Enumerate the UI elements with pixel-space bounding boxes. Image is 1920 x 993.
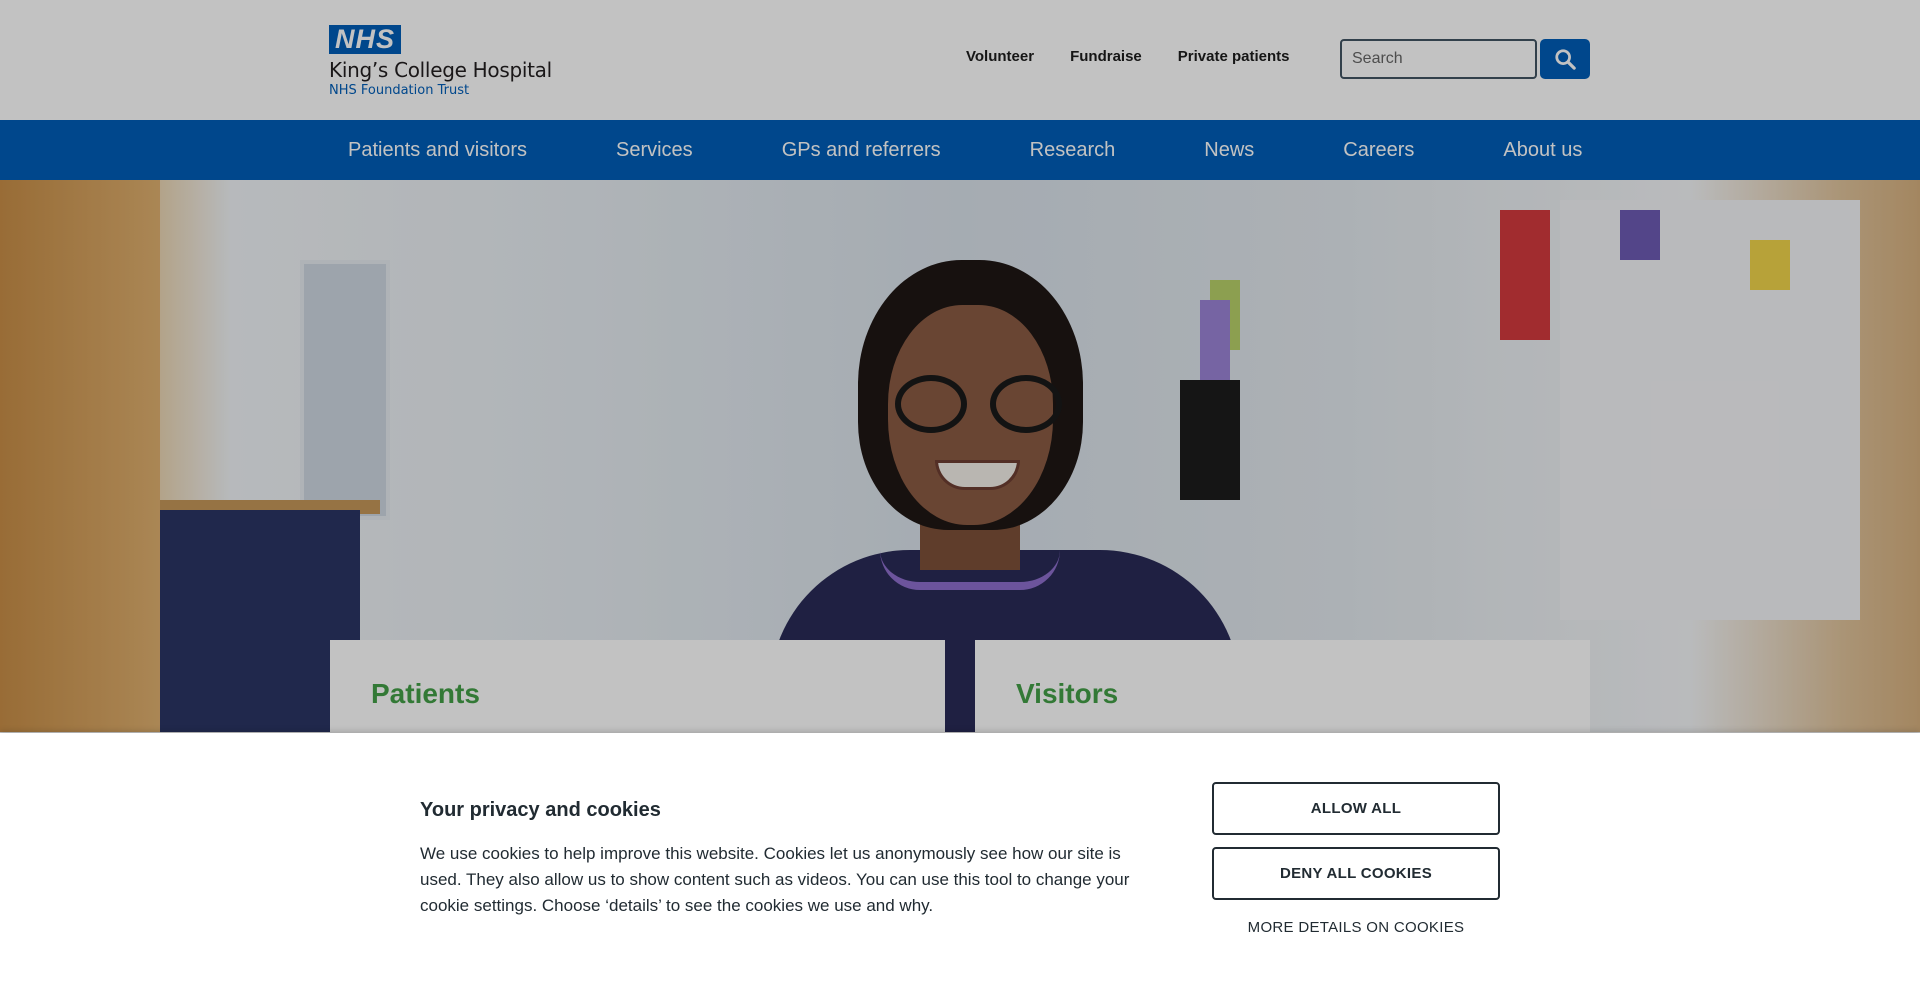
cookie-dim-overlay — [0, 0, 1920, 733]
cookie-banner-text: We use cookies to help improve this webs… — [420, 844, 1130, 915]
deny-all-cookies-button[interactable]: DENY ALL COOKIES — [1212, 847, 1500, 900]
more-details-cookies-link[interactable]: MORE DETAILS ON COOKIES — [1212, 919, 1500, 936]
allow-all-cookies-button[interactable]: ALLOW ALL — [1212, 782, 1500, 835]
cookie-banner-title: Your privacy and cookies — [420, 799, 661, 821]
cookie-banner: Your privacy and cookies We use cookies … — [0, 733, 1920, 993]
